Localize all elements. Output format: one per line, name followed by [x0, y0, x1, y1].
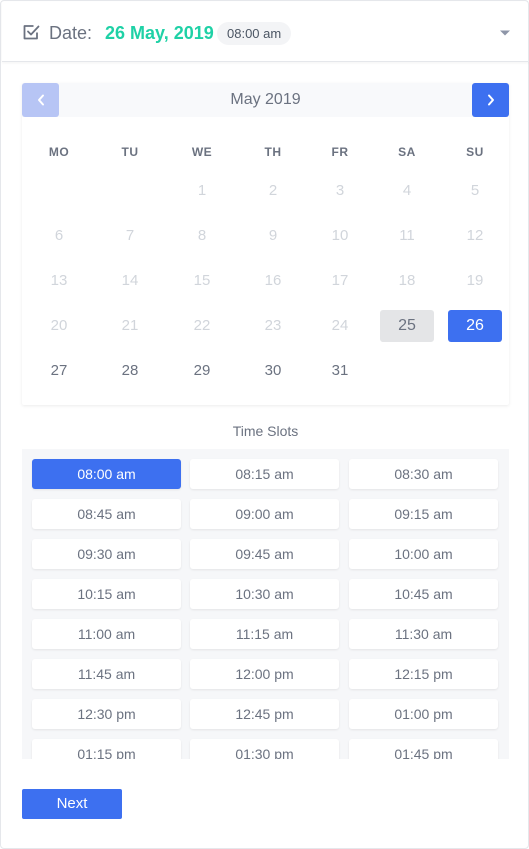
chevron-right-icon [487, 94, 494, 106]
calendar-day: 2 [268, 182, 278, 199]
time-slot-button[interactable]: 11:30 am [349, 619, 498, 649]
caret-down-icon[interactable] [499, 29, 511, 37]
weekday-label: TH [264, 145, 282, 159]
time-slot-button[interactable]: 08:30 am [349, 459, 498, 489]
time-slot-button[interactable]: 10:45 am [349, 579, 498, 609]
weekday-label: SA [398, 145, 416, 159]
weekday-label: SU [466, 145, 484, 159]
calendar-day: 14 [121, 272, 139, 289]
time-slot-button[interactable]: 12:00 pm [190, 659, 339, 689]
calendar-day: 8 [197, 227, 207, 244]
calendar-day: 16 [264, 272, 282, 289]
calendar-day: 6 [54, 227, 64, 244]
calendar-day[interactable]: 25 [380, 310, 434, 342]
time-slot-button[interactable]: 01:45 pm [349, 739, 498, 759]
time-slot-button[interactable]: 01:00 pm [349, 699, 498, 729]
calendar-day: 22 [193, 317, 211, 334]
calendar-day[interactable]: 31 [313, 355, 367, 387]
time-slots-list[interactable]: 08:00 am 08:15 am 08:30 am 08:45 am 09:00 am… [22, 449, 509, 759]
time-slot-button[interactable]: 08:45 am [32, 499, 181, 529]
time-slot-button[interactable]: 12:30 pm [32, 699, 181, 729]
selected-time-badge: 08:00 am [217, 22, 292, 45]
date-header[interactable]: Date: 26 May, 2019 08:00 am [2, 2, 529, 62]
time-slot-button[interactable]: 08:15 am [190, 459, 339, 489]
checkbox-checked-icon [23, 25, 40, 40]
calendar-day: 3 [335, 182, 345, 199]
time-slot-button[interactable]: 01:15 pm [32, 739, 181, 759]
calendar-day: 13 [50, 272, 68, 289]
time-slot-button[interactable]: 11:00 am [32, 619, 181, 649]
time-slot-button[interactable]: 10:15 am [32, 579, 181, 609]
time-slot-button[interactable]: 10:00 am [349, 539, 498, 569]
calendar-day[interactable]: 26 [448, 310, 502, 342]
prev-month-button[interactable] [22, 83, 59, 117]
time-slot-button[interactable]: 12:15 pm [349, 659, 498, 689]
next-month-button[interactable] [472, 83, 509, 117]
calendar-day[interactable]: 30 [246, 355, 300, 387]
weekday-label: MO [48, 145, 70, 159]
date-label: Date: [49, 23, 93, 43]
calendar-day: 5 [470, 182, 480, 199]
time-slot-button[interactable]: 11:15 am [190, 619, 339, 649]
next-button[interactable]: Next [22, 789, 122, 819]
calendar: May 2019 MO TU WE TH FR SA SU 1 2 3 4 5 6 7 8 9 10 11 12 1… [22, 83, 509, 405]
weekday-label: WE [191, 145, 213, 159]
calendar-day[interactable]: 28 [103, 355, 157, 387]
calendar-day: 18 [398, 272, 416, 289]
time-slot-button[interactable]: 09:45 am [190, 539, 339, 569]
calendar-day: 20 [50, 317, 68, 334]
calendar-day: 19 [466, 272, 484, 289]
time-slots-title: Time Slots [232, 423, 299, 439]
weekday-label: FR [331, 145, 349, 159]
calendar-day: 11 [399, 227, 415, 244]
time-slot-button[interactable]: 11:45 am [32, 659, 181, 689]
calendar-day: 1 [197, 182, 207, 199]
calendar-day: 10 [331, 227, 349, 244]
month-title: May 2019 [230, 91, 301, 108]
calendar-day: 12 [466, 227, 484, 244]
time-slot-button[interactable]: 08:00 am [32, 459, 181, 489]
calendar-day: 7 [125, 227, 135, 244]
calendar-day: 15 [193, 272, 211, 289]
weekday-label: TU [121, 145, 139, 159]
calendar-day: 24 [331, 317, 349, 334]
time-slot-button[interactable]: 10:30 am [190, 579, 339, 609]
time-slot-button[interactable]: 12:45 pm [190, 699, 339, 729]
calendar-day: 9 [268, 227, 278, 244]
calendar-day[interactable]: 27 [32, 355, 86, 387]
calendar-day: 4 [402, 182, 412, 199]
chevron-left-icon [37, 94, 44, 106]
calendar-day: 17 [331, 272, 349, 289]
time-slot-button[interactable]: 09:15 am [349, 499, 498, 529]
calendar-day[interactable]: 29 [175, 355, 229, 387]
time-slot-button[interactable]: 09:30 am [32, 539, 181, 569]
calendar-day: 21 [121, 317, 139, 334]
time-slot-button[interactable]: 09:00 am [190, 499, 339, 529]
selected-date-value: 26 May, 2019 [105, 23, 214, 43]
booking-widget: Date: 26 May, 2019 08:00 am May 2019 MO T… [0, 0, 529, 849]
time-slot-button[interactable]: 01:30 pm [190, 739, 339, 759]
calendar-header: May 2019 [22, 83, 509, 117]
calendar-day: 23 [264, 317, 282, 334]
